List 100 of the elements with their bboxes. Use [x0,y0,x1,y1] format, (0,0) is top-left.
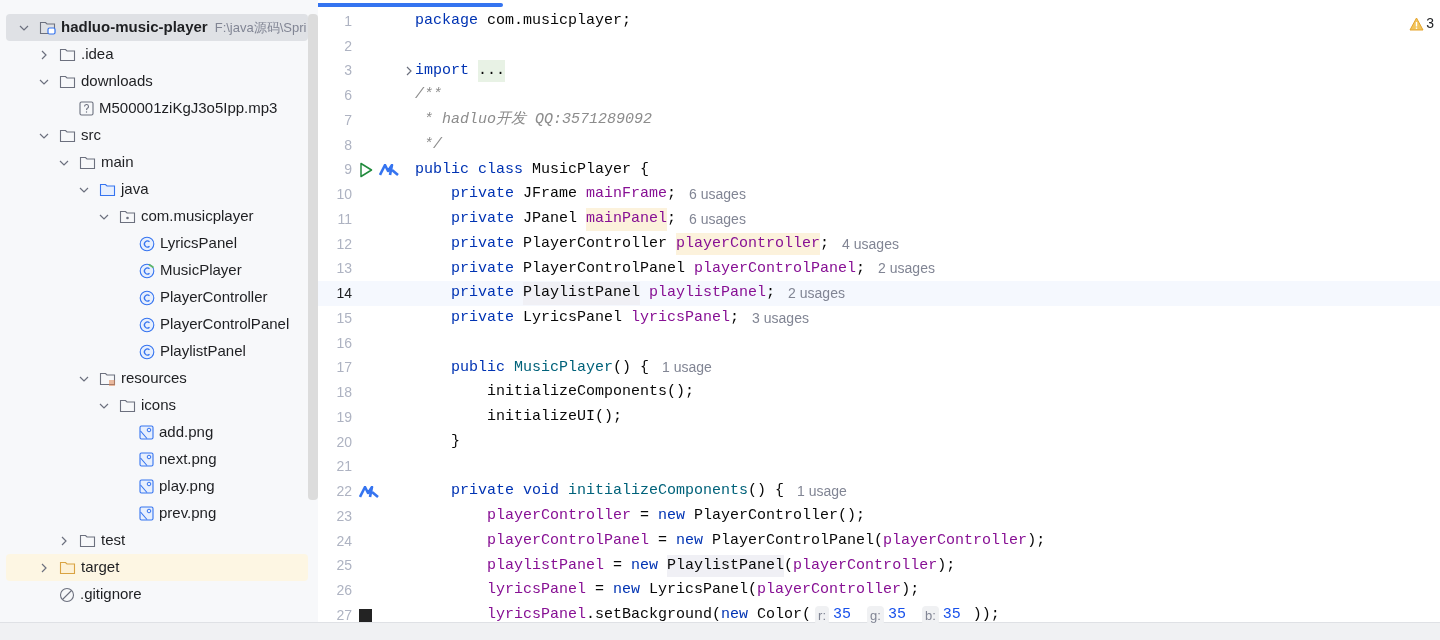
tree-item[interactable]: downloads [6,68,308,95]
line-number: 21 [335,457,352,477]
tree-item-label: M500001ziKgJ3o5Ipp.mp3 [99,98,278,119]
tree-item-label: PlayerControlPanel [160,314,290,335]
tree-item[interactable]: next.png [6,446,308,473]
tree-item-label: play.png [159,476,215,497]
tree-item[interactable]: src [6,122,308,149]
code-token: 35 [833,605,852,626]
line-number: 22 [335,482,352,502]
line-number: 8 [343,135,352,155]
image-file-icon [139,452,154,467]
scrollbar[interactable] [308,14,318,500]
color-swatch[interactable] [359,608,372,622]
tree-item-label: .gitignore [80,584,142,605]
code-token: () { [748,481,785,502]
usages-hint[interactable]: 1 usage [797,481,847,503]
folder-icon [79,533,96,548]
tree-item[interactable]: resources [6,365,308,392]
usages-hint[interactable]: 6 usages [689,208,746,230]
package-icon [119,209,136,224]
line-number: 27 [335,605,352,625]
code-token: JFrame [522,184,579,205]
line-number: 10 [335,185,352,205]
folder-icon [99,182,116,197]
tree-item-label: next.png [159,449,217,470]
usages-hint[interactable]: 4 usages [842,233,899,255]
code-token: .setBackground( [586,605,722,626]
code-token: playerController [757,580,902,601]
tree-item[interactable]: MusicPlayer [6,257,308,284]
tree-item[interactable]: test [6,527,308,554]
code-token: ( [784,555,794,576]
line-number: 1 [343,11,352,31]
line-number: 17 [335,358,352,378]
marker-icon[interactable] [379,163,399,176]
tree-item[interactable]: add.png [6,419,308,446]
code-token: lyricsPanel [487,605,587,626]
chevron-right-icon[interactable] [59,535,69,546]
tree-item[interactable]: PlayerControlPanel [6,311,308,338]
usages-hint[interactable]: 6 usages [689,184,746,206]
tree-item[interactable]: .gitignore [6,581,308,608]
code-token: initializeComponents(); [487,382,695,403]
code-token: } [451,431,460,452]
image-file-icon [139,479,154,494]
run-icon[interactable] [359,161,373,178]
code-token: ; [820,233,830,254]
code-token: LyricsPanel( [648,580,758,601]
parameter-hint: b: [921,605,939,626]
tree-item-label: .idea [81,44,114,65]
code-token: PlaylistPanel [523,282,641,305]
chevron-right-icon[interactable] [39,562,49,573]
code-token: playerController [883,530,1028,551]
usages-hint[interactable]: 1 usage [662,357,712,379]
line-number: 9 [343,160,352,180]
code-token: playerControlPanel [694,258,857,279]
code-token: private [451,184,514,205]
line-number: 19 [335,407,352,427]
tree-item[interactable]: PlaylistPanel [6,338,308,365]
tree-item[interactable]: icons [6,392,308,419]
line-number: 13 [335,259,352,279]
code-token: lyricsPanel [631,308,731,329]
line-number: 12 [335,234,352,254]
code-token: )); [972,605,1000,626]
marker-icon[interactable] [359,485,379,498]
code-token: initializeComponents [568,481,749,502]
class-icon [139,343,155,360]
code-token: private [451,258,514,279]
tree-item[interactable]: play.png [6,473,308,500]
usages-hint[interactable]: 2 usages [878,258,935,280]
code-token: new [658,506,686,527]
code-token: MusicPlayer [514,357,614,378]
image-file-icon [139,425,154,440]
chevron-right-icon[interactable] [404,65,414,76]
tree-item[interactable]: .idea [6,41,308,68]
usages-hint[interactable]: 2 usages [788,283,845,305]
tree-item[interactable]: main [6,149,308,176]
code-token: * hadluo开发 QQ:3571289092 [423,110,653,131]
tree-item[interactable]: M500001ziKgJ3o5Ipp.mp3 [6,95,308,122]
tree-item-label: main [101,152,134,173]
tree-item[interactable]: prev.png [6,500,308,527]
chevron-right-icon[interactable] [39,49,49,60]
image-file-icon [139,506,154,521]
code-token: ); [937,555,956,576]
tree-item[interactable]: hadluo-music-player F:\java源码\Spri [6,14,308,41]
code-token: new [676,530,704,551]
tree-item[interactable]: com.musicplayer [6,203,308,230]
code-token: playlistPanel [487,555,605,576]
warning-count[interactable]: 3 [1426,13,1434,34]
code-token: ); [1027,530,1046,551]
code-token: playlistPanel [648,283,767,304]
tree-item[interactable]: LyricsPanel [6,230,308,257]
class-icon [139,289,155,306]
tree-item-label: LyricsPanel [160,233,237,254]
tree-item[interactable]: target [6,554,308,581]
code-token: = [657,530,669,551]
tree-item[interactable]: java [6,176,308,203]
usages-hint[interactable]: 3 usages [752,307,809,329]
code-token: mainPanel [586,208,668,231]
line-number: 11 [336,209,352,229]
code-token: import [415,60,469,81]
tree-item[interactable]: PlayerController [6,284,308,311]
